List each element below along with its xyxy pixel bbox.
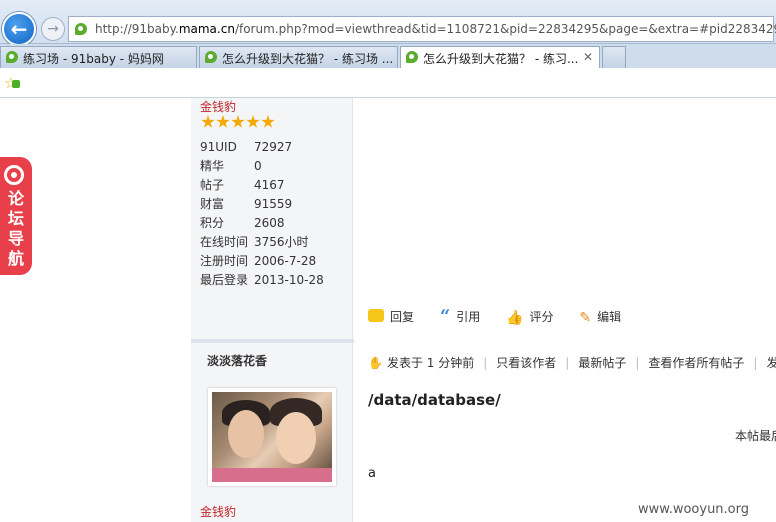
stat-row: 注册时间 2006-7-28 <box>200 254 317 268</box>
post-column: 回复 “引用 👍 评分 ✎ 编辑 ✋ 发表于 1 分钟前 | 只看该作者 | 最新帖子 | 查看作… <box>354 98 776 522</box>
pencil-icon: ✎ <box>579 310 592 326</box>
user-rank: 金钱豹 <box>200 505 237 519</box>
quote-icon: “ <box>439 306 451 327</box>
quote-button[interactable]: “引用 <box>440 306 480 327</box>
stat-row: 精华 0 <box>200 159 262 173</box>
tab-label: 怎么升级到大花猫？ - 练习... <box>423 52 579 66</box>
post-actions: 回复 “引用 👍 评分 ✎ 编辑 <box>368 306 643 327</box>
mama-leaf-icon <box>205 51 217 63</box>
tab-upgrade-2[interactable]: 怎么升级到大花猫？ - 练习... ✕ <box>400 46 600 68</box>
newest-posts-link[interactable]: 最新帖子 <box>578 354 626 371</box>
star-icon <box>231 115 245 128</box>
forum-nav-label: 论 坛 导 航 <box>7 189 24 268</box>
post-meta-bar: ✋发表于 1 分钟前|只看该作者|最新帖子|查看作者所有帖子|发表 <box>368 354 776 371</box>
post-title: /data/database/ <box>368 391 501 409</box>
reply-bubble-icon <box>368 309 384 322</box>
star-icon <box>201 115 215 128</box>
stat-row: 积分 2608 <box>200 216 285 230</box>
author-posts-link[interactable]: 查看作者所有帖子 <box>648 354 744 371</box>
close-icon[interactable]: ✕ <box>583 50 593 64</box>
url-text: http://91baby.mama.cn/forum.php?mod=view… <box>95 22 776 36</box>
tab-bar: 练习场 - 91baby - 妈妈网 怎么升级到大花猫？ - 练习场 ... 怎… <box>0 44 776 68</box>
rate-button[interactable]: 👍 评分 <box>506 308 553 326</box>
favorites-star-icon[interactable]: ☆ <box>4 74 20 92</box>
new-tab-button[interactable] <box>602 46 626 68</box>
post-hand-icon: ✋ <box>368 356 383 370</box>
stat-row: 在线时间 3756小时 <box>200 235 309 249</box>
back-arrow-icon[interactable]: ← <box>2 12 36 46</box>
edit-note: 本帖最后 <box>735 429 776 443</box>
forward-arrow-icon[interactable]: → <box>41 17 65 41</box>
reply-button[interactable]: 回复 <box>368 308 414 325</box>
user-rank: 金钱豹 <box>200 100 237 114</box>
only-author-link[interactable]: 只看该作者 <box>496 354 556 371</box>
posted-time: ✋ 发表于 1 分钟前 <box>368 356 475 370</box>
star-icon <box>261 115 275 128</box>
mama-leaf-icon <box>6 51 18 63</box>
tab-label: 练习场 - 91baby - 妈妈网 <box>23 52 164 66</box>
swirl-icon <box>4 165 24 185</box>
tab-label: 怎么升级到大花猫？ - 练习场 ... <box>222 52 394 66</box>
author-column: 金钱豹 91UID 72927 精华 0 帖子 4167 财富 91559 积分 2608… <box>191 98 353 522</box>
stat-row: 财富 91559 <box>200 197 293 211</box>
stat-row: 帖子 4167 <box>200 178 285 192</box>
tab-practice[interactable]: 练习场 - 91baby - 妈妈网 <box>0 46 197 68</box>
post-body: a <box>368 466 376 481</box>
forum-nav-tab[interactable]: 论 坛 导 航 <box>0 157 32 275</box>
star-icon <box>246 115 260 128</box>
url-input[interactable]: http://91baby.mama.cn/forum.php?mod=view… <box>68 16 776 42</box>
watermark: www.wooyun.org <box>638 502 750 517</box>
avatar[interactable] <box>208 388 336 486</box>
more-link[interactable]: 发表 <box>766 354 776 371</box>
edit-button[interactable]: ✎ 编辑 <box>579 308 621 326</box>
thumbs-up-icon: 👍 <box>506 310 524 326</box>
stat-row: 最后登录 2013-10-28 <box>200 273 324 287</box>
star-icon <box>216 115 230 128</box>
rank-stars <box>201 115 276 132</box>
forum-page: 论 坛 导 航 金钱豹 91UID 72927 精华 0 帖子 4167 财富 9155… <box>0 98 776 522</box>
favorites-bar: ☆ <box>0 68 776 98</box>
tab-upgrade-1[interactable]: 怎么升级到大花猫？ - 练习场 ... <box>199 46 398 68</box>
author-name[interactable]: 淡淡落花香 <box>207 352 267 369</box>
mama-leaf-icon <box>75 23 87 35</box>
user-stats: 91UID 72927 精华 0 帖子 4167 财富 91559 积分 2608 在线时… <box>200 138 324 290</box>
mama-leaf-icon <box>406 51 418 63</box>
stat-row: 91UID 72927 <box>200 140 293 154</box>
address-bar: ← → http://91baby.mama.cn/forum.php?mod=… <box>0 0 776 46</box>
